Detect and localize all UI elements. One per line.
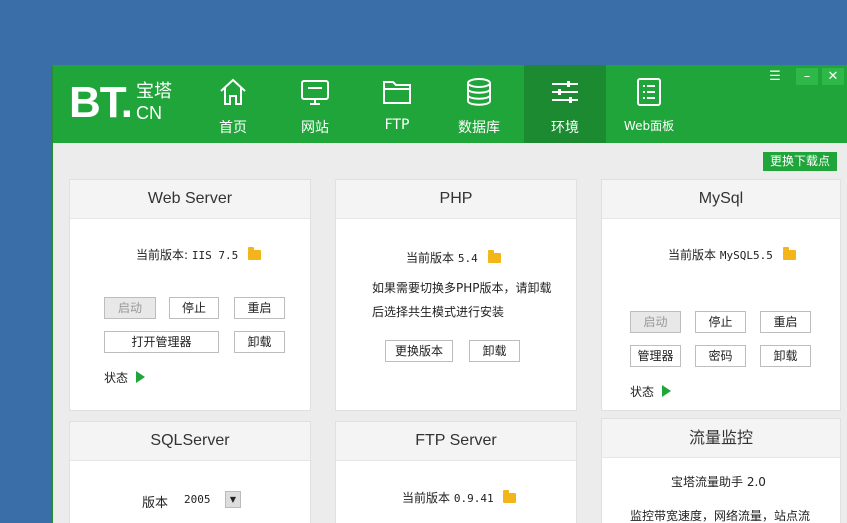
play-status-icon[interactable] <box>662 385 672 397</box>
nav-ftp-label: FTP <box>384 117 410 133</box>
php-title: PHP <box>336 180 576 219</box>
ftpserver-card: FTP Server 当前版本 0.9.41 <box>335 421 577 523</box>
home-icon <box>220 78 246 105</box>
version-value: 0.9.41 <box>453 492 494 505</box>
open-folder-icon[interactable] <box>248 247 262 260</box>
nav-ftp[interactable]: FTP <box>356 65 438 143</box>
php-note-line1: 如果需要切换多PHP版本，请卸载 <box>372 281 552 295</box>
nav-website-label: 网站 <box>301 120 329 136</box>
nav-home-label: 首页 <box>219 120 247 136</box>
monitor-icon <box>301 80 329 105</box>
version-value: MySQL5.5 <box>719 249 773 262</box>
open-folder-icon[interactable] <box>487 250 501 263</box>
top-navigation-bar: BT. 宝塔 CN 首页 网站 FTP 数据库 环境 Web面板 ☰ – ✕ <box>53 65 847 143</box>
status-label: 状态 <box>104 371 129 385</box>
traffic-title: 流量监控 <box>602 419 840 458</box>
play-status-icon[interactable] <box>136 371 146 383</box>
status-row: 状态 <box>630 383 672 400</box>
php-note-line2: 后选择共生模式进行安装 <box>372 305 505 319</box>
nav-web-panel[interactable]: Web面板 <box>608 65 690 143</box>
traffic-subtitle: 宝塔流量助手 2.0 <box>671 475 766 489</box>
sqlserver-version-select[interactable]: 2005 <box>184 493 211 506</box>
nav-database-label: 数据库 <box>458 120 500 136</box>
start-button[interactable]: 启动 <box>104 297 156 319</box>
mysql-card: MySql 当前版本 MySQL5.5 启动 停止 重启 管理器 密码 卸载 状… <box>601 179 841 411</box>
webserver-title: Web Server <box>70 180 310 219</box>
sqlserver-version-label: 版本 <box>142 496 169 511</box>
nav-home[interactable]: 首页 <box>192 65 274 143</box>
nav-database[interactable]: 数据库 <box>438 65 520 143</box>
version-value: 5.4 <box>457 252 478 265</box>
version-value: IIS 7.5 <box>191 249 239 262</box>
password-button[interactable]: 密码 <box>695 345 746 367</box>
version-label: 当前版本: <box>136 248 189 262</box>
sqlserver-title: SQLServer <box>70 422 310 461</box>
webserver-card: Web Server 当前版本: IIS 7.5 启动 停止 重启 打开管理器 … <box>69 179 311 411</box>
stop-button[interactable]: 停止 <box>169 297 219 319</box>
minimize-button[interactable]: – <box>796 68 818 85</box>
nav-website[interactable]: 网站 <box>274 65 356 143</box>
restart-button[interactable]: 重启 <box>234 297 285 319</box>
change-version-button[interactable]: 更换版本 <box>385 340 453 362</box>
status-label: 状态 <box>630 385 655 399</box>
logo-cn-domain: CN <box>136 103 162 123</box>
open-folder-icon[interactable] <box>503 490 517 503</box>
status-row: 状态 <box>104 369 146 386</box>
logo-cn-text: 宝塔 <box>136 81 172 102</box>
manager-button[interactable]: 管理器 <box>630 345 681 367</box>
menu-icon[interactable]: ☰ <box>764 68 786 85</box>
start-button[interactable]: 启动 <box>630 311 681 333</box>
mysql-title: MySql <box>602 180 840 219</box>
php-card: PHP 当前版本 5.4 如果需要切换多PHP版本，请卸载 后选择共生模式进行安… <box>335 179 577 411</box>
version-label: 当前版本 <box>668 248 717 262</box>
nav-environment-label: 环境 <box>551 120 579 136</box>
traffic-description: 监控带宽速度，网络流量，站点流 <box>630 509 811 523</box>
version-label: 当前版本 <box>402 491 451 505</box>
uninstall-button[interactable]: 卸载 <box>760 345 811 367</box>
restart-button[interactable]: 重启 <box>760 311 811 333</box>
mysql-version-row: 当前版本 MySQL5.5 <box>668 246 796 263</box>
ftp-version-row: 当前版本 0.9.41 <box>402 489 517 506</box>
chevron-down-icon[interactable]: ▼ <box>225 491 241 508</box>
open-folder-icon[interactable] <box>782 247 796 260</box>
app-window: BT. 宝塔 CN 首页 网站 FTP 数据库 环境 Web面板 ☰ – ✕ 更… <box>52 65 847 523</box>
sqlserver-card: SQLServer 版本 2005 ▼ <box>69 421 311 523</box>
traffic-monitor-card: 流量监控 宝塔流量助手 2.0 监控带宽速度，网络流量，站点流 <box>601 418 841 523</box>
uninstall-button[interactable]: 卸载 <box>234 331 285 353</box>
nav-web-panel-label: Web面板 <box>623 119 675 133</box>
list-icon <box>637 78 661 106</box>
database-icon <box>467 78 491 106</box>
stop-button[interactable]: 停止 <box>695 311 746 333</box>
folder-icon <box>383 81 411 104</box>
webserver-version-row: 当前版本: IIS 7.5 <box>136 246 262 263</box>
change-download-node-button[interactable]: 更换下载点 <box>763 152 837 171</box>
logo-text: BT. <box>69 78 133 127</box>
php-version-row: 当前版本 5.4 <box>406 249 501 266</box>
sliders-icon <box>552 81 578 103</box>
ftpserver-title: FTP Server <box>336 422 576 461</box>
close-button[interactable]: ✕ <box>822 68 844 85</box>
nav-environment[interactable]: 环境 <box>524 65 606 143</box>
version-label: 当前版本 <box>406 251 455 265</box>
uninstall-button[interactable]: 卸载 <box>469 340 520 362</box>
open-manager-button[interactable]: 打开管理器 <box>104 331 219 353</box>
